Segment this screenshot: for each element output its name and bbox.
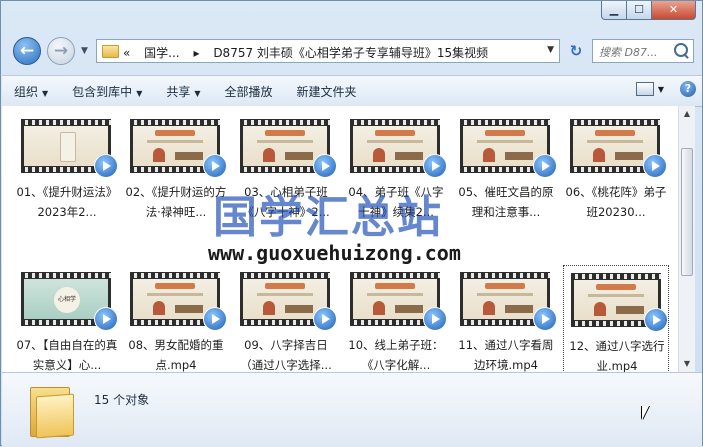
- chevron-down-icon: ▼: [42, 88, 49, 98]
- file-item[interactable]: 01、《提升财运法》2023年2...: [14, 112, 120, 228]
- search-input[interactable]: [597, 41, 679, 63]
- file-item[interactable]: 10、线上弟子班：《八字化解...: [343, 265, 449, 372]
- maximize-button[interactable]: ☐: [627, 1, 652, 20]
- command-bar: 组织 ▼ 包含到库中 ▼ 共享 ▼ 全部播放 新建文件夹 ▼ ?: [2, 75, 702, 107]
- folder-icon: [102, 45, 119, 58]
- media-player-icon: [423, 307, 447, 331]
- thumb-banner: [375, 283, 415, 289]
- thumb-banner: [595, 130, 635, 136]
- back-button[interactable]: ←: [13, 37, 41, 65]
- address-bar[interactable]: « 国学... ▸ D8757 刘丰硕《心相学弟子专享辅导班》15集视频 ▼: [96, 39, 560, 63]
- forward-button[interactable]: →: [47, 37, 75, 65]
- thumb-banner: [375, 130, 415, 136]
- file-name: 08、男女配婚的重点.mp4: [128, 338, 224, 372]
- breadcrumb-item-current[interactable]: D8757 刘丰硕《心相学弟子专享辅导班》15集视频: [213, 46, 488, 60]
- search-box[interactable]: [592, 39, 694, 63]
- file-item[interactable]: 03、心相弟子班《八字十神》2...: [233, 112, 339, 228]
- breadcrumb-overflow[interactable]: «: [123, 46, 130, 60]
- file-name: 11、通过八字看周边环境.mp4: [458, 338, 554, 372]
- file-name: 10、线上弟子班：《八字化解...: [348, 338, 444, 372]
- scroll-up-icon[interactable]: ▲: [679, 106, 695, 122]
- scroll-thumb[interactable]: [681, 148, 693, 276]
- thumb-banner: [265, 283, 305, 289]
- file-name: 12、通过八字选行业.mp4: [569, 339, 665, 372]
- organize-label: 组织: [14, 84, 39, 99]
- thumb-banner: [596, 284, 636, 290]
- thumb-banner: [265, 130, 305, 136]
- vertical-scrollbar[interactable]: ▲ ▼: [678, 106, 695, 372]
- media-player-icon: [533, 307, 557, 331]
- include-label: 包含到库中: [72, 84, 133, 99]
- recent-pages-dropdown[interactable]: ▼: [81, 46, 88, 56]
- minimize-button[interactable]: ▁: [601, 1, 627, 20]
- file-item[interactable]: 05、催旺文昌的原理和注意事...: [453, 112, 559, 228]
- file-name: 03、心相弟子班《八字十神》2...: [242, 185, 330, 219]
- thumb-banner: [485, 283, 525, 289]
- include-in-library-menu[interactable]: 包含到库中 ▼: [60, 83, 154, 100]
- chevron-down-icon: ▼: [136, 88, 143, 98]
- media-player-icon: [94, 154, 118, 178]
- file-item[interactable]: 02、《提升财运的方法·禄神旺...: [123, 112, 229, 228]
- play-all-button[interactable]: 全部播放: [213, 83, 285, 100]
- file-item[interactable]: 04、弟子班《八字十神》续集2...: [343, 112, 449, 228]
- search-icon[interactable]: [674, 43, 688, 57]
- item-count: 15 个对象: [94, 393, 150, 407]
- refresh-button[interactable]: ↻: [563, 39, 589, 63]
- file-name: 07、【自由自在的真实意义】心...: [16, 338, 118, 372]
- new-folder-button[interactable]: 新建文件夹: [285, 83, 369, 100]
- file-item[interactable]: 09、八字择吉日（通过八字选择...: [233, 265, 339, 372]
- chevron-down-icon: ▼: [194, 88, 201, 98]
- media-player-icon: [313, 154, 337, 178]
- caption-buttons: ▁ ☐ ✕: [601, 1, 696, 20]
- address-dropdown-icon[interactable]: ▼: [547, 45, 554, 55]
- breadcrumb-separator[interactable]: ▸: [193, 46, 199, 60]
- folder-icon: [30, 383, 76, 439]
- close-button[interactable]: ✕: [652, 1, 696, 20]
- file-list: 01、《提升财运法》2023年2... 02、《提升财运的方法·禄神旺... 03、…: [2, 106, 678, 372]
- seal-icon: 心相学: [54, 287, 80, 313]
- seal-text: 心相学: [57, 296, 76, 303]
- media-player-icon: [203, 307, 227, 331]
- explorer-window: ▁ ☐ ✕ ← → ▼ « 国学... ▸ D8757 刘丰硕《心相学弟子专享辅…: [0, 0, 703, 447]
- file-item[interactable]: 08、男女配婚的重点.mp4: [123, 265, 229, 372]
- details-pane: 15 个对象: [2, 372, 702, 447]
- file-name: 02、《提升财运的方法·禄神旺...: [125, 185, 227, 219]
- view-dropdown-icon[interactable]: ▼: [658, 85, 664, 94]
- view-options-icon[interactable]: [635, 82, 654, 96]
- media-player-icon: [203, 154, 227, 178]
- mouse-cursor-icon: [642, 406, 649, 420]
- media-player-icon: [313, 307, 337, 331]
- organize-menu[interactable]: 组织 ▼: [2, 83, 60, 100]
- file-item[interactable]: 11、通过八字看周边环境.mp4: [453, 265, 559, 372]
- share-label: 共享: [166, 84, 191, 99]
- scroll-down-icon[interactable]: ▼: [679, 356, 695, 372]
- media-player-icon: [533, 154, 557, 178]
- media-player-icon: [644, 308, 668, 332]
- file-name: 05、催旺文昌的原理和注意事...: [458, 185, 554, 219]
- file-item[interactable]: 12、通过八字选行业.mp4: [563, 265, 669, 372]
- file-name: 09、八字择吉日（通过八字选择...: [240, 338, 332, 372]
- thumb-banner: [485, 130, 525, 136]
- breadcrumb: « 国学... ▸ D8757 刘丰硕《心相学弟子专享辅导班》15集视频: [123, 44, 498, 61]
- help-icon[interactable]: ?: [680, 81, 696, 97]
- breadcrumb-item[interactable]: 国学...: [144, 46, 179, 60]
- media-player-icon: [643, 154, 667, 178]
- share-menu[interactable]: 共享 ▼: [154, 83, 212, 100]
- file-name: 01、《提升财运法》2023年2...: [16, 185, 118, 219]
- media-player-icon: [423, 154, 447, 178]
- thumb-banner: [155, 283, 195, 289]
- file-item[interactable]: 06、《桃花阵》弟子班20230...: [563, 112, 669, 228]
- thumb-banner: [155, 130, 195, 136]
- file-name: 04、弟子班《八字十神》续集2...: [348, 185, 444, 219]
- file-name: 06、《桃花阵》弟子班20230...: [565, 185, 667, 219]
- file-item[interactable]: 心相学 07、【自由自在的真实意义】心...: [14, 265, 120, 372]
- media-player-icon: [94, 307, 118, 331]
